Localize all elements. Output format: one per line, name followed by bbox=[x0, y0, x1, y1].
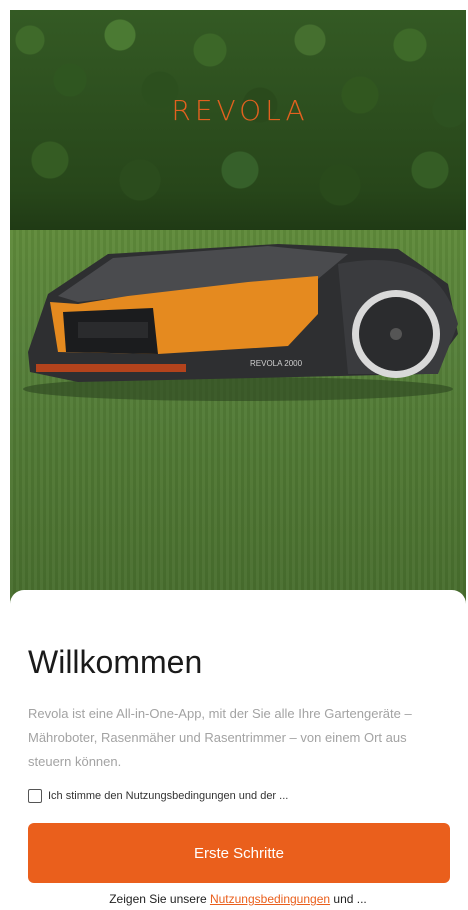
welcome-description: Revola ist eine All-in-One-App, mit der … bbox=[28, 706, 412, 769]
terms-agreement-row[interactable]: Ich stimme den Nutzungsbedingungen und d… bbox=[28, 786, 288, 806]
hero-image: REVOLA REVOLA 2000 bbox=[10, 10, 466, 620]
get-started-button[interactable]: Erste Schritte bbox=[28, 823, 450, 883]
terms-checkbox[interactable] bbox=[28, 789, 42, 803]
mower-model-label: REVOLA 2000 bbox=[250, 359, 303, 368]
footer-suffix[interactable]: und ... bbox=[330, 892, 366, 906]
welcome-sheet: Willkommen Revola ist eine All-in-One-Ap… bbox=[10, 590, 466, 910]
welcome-title: Willkommen bbox=[28, 644, 203, 680]
terms-checkbox-label[interactable]: Ich stimme den Nutzungsbedingungen und d… bbox=[48, 790, 288, 802]
terms-footer: Zeigen Sie unsere Nutzungsbedingungen un… bbox=[10, 892, 466, 906]
terms-of-use-link[interactable]: Nutzungsbedingungen bbox=[210, 892, 330, 906]
app-screen: REVOLA REVOLA 2000 Willkommen Revola ist… bbox=[10, 10, 466, 910]
robotic-mower-image: REVOLA 2000 bbox=[23, 244, 458, 401]
footer-prefix: Zeigen Sie unsere bbox=[109, 892, 210, 906]
revola-logo: REVOLA bbox=[171, 94, 309, 127]
